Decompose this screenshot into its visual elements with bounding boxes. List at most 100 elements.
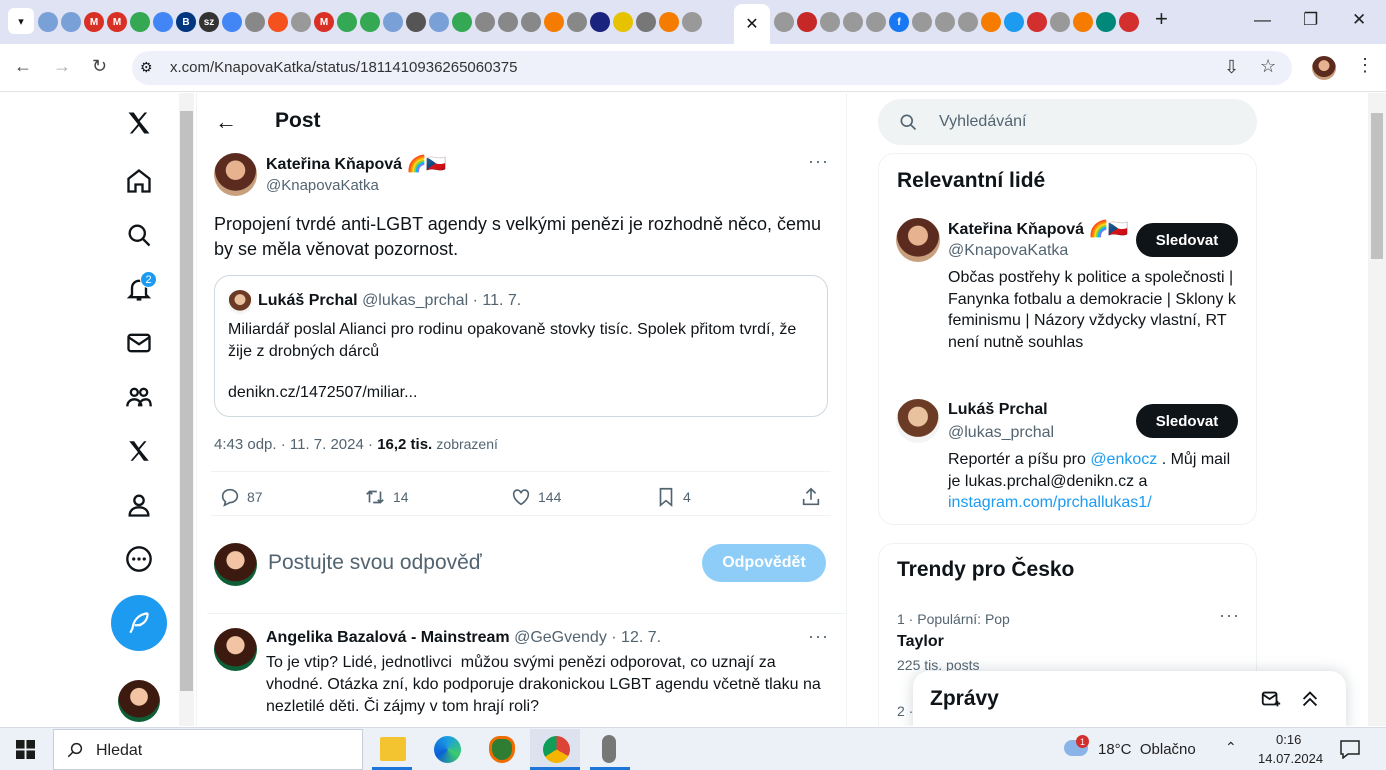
- bio-mention-link[interactable]: @enkocz: [1090, 451, 1157, 468]
- tab-favicon[interactable]: [498, 12, 518, 32]
- author-handle[interactable]: @KnapovaKatka: [266, 177, 379, 194]
- close-window-button[interactable]: ✕: [1352, 10, 1366, 30]
- reply-author-name[interactable]: Angelika Bazalová - Mainstream: [266, 629, 510, 646]
- tab-favicon[interactable]: [567, 12, 587, 32]
- drive-tab-icon[interactable]: [360, 12, 380, 32]
- tab-favicon[interactable]: [636, 12, 656, 32]
- new-tab-button[interactable]: +: [1155, 6, 1168, 32]
- follow-button[interactable]: Sledovat: [1136, 404, 1238, 438]
- tab-favicon[interactable]: [866, 12, 886, 32]
- tab-favicon[interactable]: [774, 12, 794, 32]
- reply-input[interactable]: Postujte svou odpověď: [268, 551, 482, 575]
- back-arrow-icon[interactable]: ←: [14, 56, 32, 77]
- gmail-tab-icon[interactable]: M: [314, 12, 334, 32]
- reply-author-handle[interactable]: @GeGvendy: [514, 629, 607, 646]
- explore-search-icon[interactable]: [124, 220, 154, 250]
- x-logo-icon[interactable]: [124, 108, 154, 138]
- tab-favicon[interactable]: [291, 12, 311, 32]
- more-options-icon[interactable]: ···: [808, 151, 829, 172]
- restore-button[interactable]: ❐: [1303, 10, 1318, 30]
- docs-tab-icon[interactable]: [222, 12, 242, 32]
- minimize-button[interactable]: —: [1254, 10, 1271, 30]
- tab-favicon[interactable]: [1119, 12, 1139, 32]
- repost-action[interactable]: 14: [363, 486, 409, 508]
- tab-favicon[interactable]: [1027, 12, 1047, 32]
- author-avatar[interactable]: [214, 153, 257, 196]
- tab-favicon[interactable]: sz: [199, 12, 219, 32]
- person-avatar[interactable]: [896, 399, 940, 443]
- quote-link[interactable]: denikn.cz/1472507/miliar...: [228, 384, 417, 402]
- profile-person-icon[interactable]: [124, 490, 154, 520]
- tab-favicon[interactable]: [544, 12, 564, 32]
- tab-favicon[interactable]: [406, 12, 426, 32]
- active-tab[interactable]: ✕: [734, 4, 770, 44]
- tab-favicon[interactable]: [1096, 12, 1116, 32]
- more-circle-icon[interactable]: [124, 544, 154, 574]
- drive-tab-icon[interactable]: [337, 12, 357, 32]
- search-box[interactable]: Vyhledávání: [878, 99, 1257, 145]
- tab-favicon[interactable]: [38, 12, 58, 32]
- home-icon[interactable]: [124, 166, 154, 196]
- post-timestamp[interactable]: 4:43 odp. · 11. 7. 2024 ·: [214, 436, 373, 453]
- person-avatar[interactable]: [896, 218, 940, 262]
- reply-action[interactable]: 87: [219, 486, 263, 508]
- tab-favicon[interactable]: [268, 12, 288, 32]
- messages-envelope-icon[interactable]: [124, 328, 154, 358]
- reload-icon[interactable]: ↻: [92, 56, 107, 77]
- person-handle[interactable]: @lukas_prchal: [948, 424, 1054, 442]
- weather-text[interactable]: 18°C Oblačno: [1098, 741, 1196, 758]
- tab-favicon[interactable]: [843, 12, 863, 32]
- tab-favicon[interactable]: [659, 12, 679, 32]
- quoted-post[interactable]: Lukáš Prchal @lukas_prchal · 11. 7. Mili…: [214, 275, 828, 417]
- booking-tab-icon[interactable]: B: [176, 12, 196, 32]
- tab-favicon[interactable]: [61, 12, 81, 32]
- person-name[interactable]: Lukáš Prchal: [948, 401, 1048, 419]
- tab-favicon[interactable]: [981, 12, 1001, 32]
- tab-favicon[interactable]: [613, 12, 633, 32]
- tab-favicon[interactable]: [935, 12, 955, 32]
- gmail-tab-icon[interactable]: M: [107, 12, 127, 32]
- tab-favicon[interactable]: [797, 12, 817, 32]
- nav-scrollbar[interactable]: [179, 93, 194, 726]
- bookmark-action[interactable]: 4: [655, 486, 691, 508]
- notification-center-icon[interactable]: [1340, 740, 1360, 759]
- search-input[interactable]: Vyhledávání: [939, 113, 1026, 131]
- like-action[interactable]: 144: [510, 486, 561, 508]
- forward-arrow-icon[interactable]: →: [53, 56, 71, 77]
- expand-chevrons-up-icon[interactable]: [1299, 688, 1321, 710]
- premium-x-icon[interactable]: [124, 436, 154, 466]
- trend-name[interactable]: Taylor: [897, 633, 944, 651]
- tab-favicon[interactable]: [958, 12, 978, 32]
- edge-browser-icon[interactable]: [434, 736, 461, 763]
- taskbar-search-label[interactable]: Hledat: [96, 742, 142, 760]
- person-name[interactable]: Kateřina Kňapová 🌈🇨🇿: [948, 219, 1128, 239]
- docs-tab-icon[interactable]: [153, 12, 173, 32]
- tab-favicon[interactable]: [912, 12, 932, 32]
- reply-author-avatar[interactable]: [214, 628, 257, 671]
- taskbar-search[interactable]: Hledat: [53, 729, 363, 770]
- tab-favicon[interactable]: [429, 12, 449, 32]
- tab-favicon[interactable]: [1004, 12, 1024, 32]
- microphone-app-icon[interactable]: [602, 735, 616, 763]
- share-action[interactable]: [800, 486, 822, 508]
- facebook-tab-icon[interactable]: f: [889, 12, 909, 32]
- communities-icon[interactable]: [124, 382, 154, 412]
- more-options-icon[interactable]: ···: [808, 626, 829, 647]
- vivaldi-icon[interactable]: [489, 736, 515, 763]
- account-avatar[interactable]: [118, 680, 160, 722]
- url-text[interactable]: x.com/KnapovaKatka/status/18114109362650…: [170, 59, 518, 76]
- tab-favicon[interactable]: [383, 12, 403, 32]
- tab-favicon[interactable]: [521, 12, 541, 32]
- page-scrollbar[interactable]: [1368, 93, 1386, 726]
- tray-chevron-up-icon[interactable]: ⌃: [1225, 739, 1237, 756]
- trend-more-icon[interactable]: ···: [1219, 605, 1240, 626]
- clock-date[interactable]: 14.07.2024: [1258, 751, 1323, 766]
- reply-submit-button[interactable]: Odpovědět: [702, 544, 826, 582]
- tab-favicon[interactable]: [245, 12, 265, 32]
- drive-tab-icon[interactable]: [130, 12, 150, 32]
- chrome-icon[interactable]: [543, 736, 570, 763]
- new-message-icon[interactable]: [1260, 688, 1282, 710]
- bookmark-star-icon[interactable]: ☆: [1260, 56, 1276, 77]
- clock-time[interactable]: 0:16: [1276, 732, 1301, 747]
- person-handle[interactable]: @KnapovaKatka: [948, 242, 1068, 260]
